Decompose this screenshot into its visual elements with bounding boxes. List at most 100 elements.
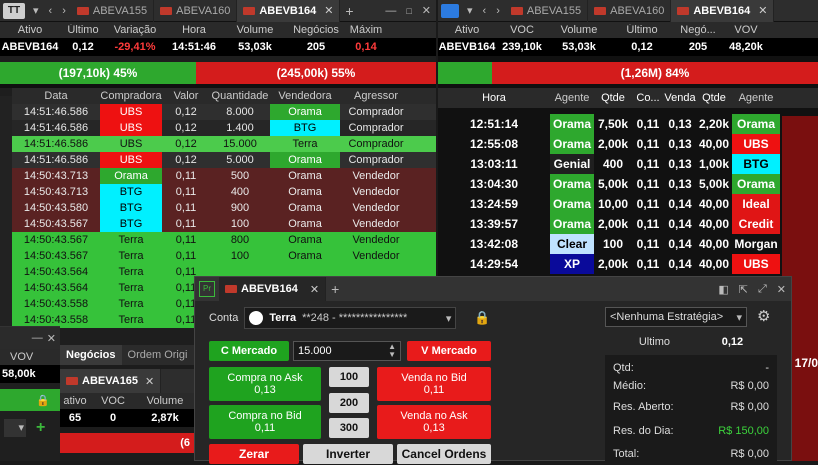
chevron-down-icon[interactable]: ▾ xyxy=(462,4,478,17)
compra-no-ask-button[interactable]: Compra no Ask 0,13 xyxy=(209,367,321,401)
book-row[interactable]: 13:04:30 Orama 5,00k 0,11 0,13 5,00k Orama xyxy=(438,174,818,194)
sidebar-toggle-icon[interactable]: ◧ xyxy=(713,283,733,296)
venda-no-bid-button[interactable]: Venda no Bid 0,11 xyxy=(377,367,491,401)
table-row[interactable]: 14:51:46.586 UBS 0,12 15.000 Terra Comprador xyxy=(12,136,436,152)
qty-preset-100[interactable]: 100 xyxy=(329,367,369,387)
close-window-icon[interactable]: ✕ xyxy=(47,332,56,345)
tab-abevb164[interactable]: ABEVB164 ✕ xyxy=(237,0,341,22)
book-row[interactable]: 12:55:08 Orama 2,00k 0,11 0,13 40,00 UBS xyxy=(438,134,818,154)
col-header[interactable]: Último xyxy=(610,24,674,36)
col-header[interactable]: Qtde xyxy=(594,92,632,104)
col-header[interactable]: Agressor xyxy=(340,90,412,102)
col-header[interactable]: Vendedora xyxy=(270,90,340,102)
table-row[interactable]: 14:50:43.567 Terra 0,11 800 Orama Vendedor xyxy=(12,232,436,248)
tab-abevb164[interactable]: ABEVB164 ✕ xyxy=(671,0,775,22)
book-row[interactable]: 14:29:54 XP 2,00k 0,11 0,14 40,00 UBS xyxy=(438,254,818,274)
col-header[interactable]: Ativo xyxy=(0,24,60,36)
add-tab-icon[interactable]: + xyxy=(340,3,358,19)
small-dropdown[interactable]: ▾ xyxy=(4,419,26,437)
minimize-icon[interactable]: — xyxy=(32,332,43,344)
qty-preset-300[interactable]: 300 xyxy=(329,418,369,438)
table-row[interactable]: 14:50:43.713 BTG 0,11 400 Orama Vendedor xyxy=(12,184,436,200)
cancel-orders-button[interactable]: Cancel Ordens xyxy=(397,444,491,464)
table-row[interactable]: 14:50:43.713 Orama 0,11 500 Orama Vendedor xyxy=(12,168,436,184)
close-window-icon[interactable]: ✕ xyxy=(417,4,436,17)
table-row[interactable]: 14:50:43.567 BTG 0,11 100 Orama Vendedor xyxy=(12,216,436,232)
book-row[interactable]: 13:03:11 Genial 400 0,11 0,13 1,00k BTG xyxy=(438,154,818,174)
col-header[interactable]: VOC xyxy=(90,395,136,407)
col-header[interactable]: VOV xyxy=(722,24,770,36)
chevron-down-icon[interactable]: ▾ xyxy=(28,4,44,17)
col-header[interactable]: Volume xyxy=(136,395,194,407)
table-row[interactable]: 14:50:43.567 Terra 0,11 100 Orama Vendedor xyxy=(12,248,436,264)
popout-icon[interactable]: ⇱ xyxy=(734,283,753,296)
stepper-arrows-icon[interactable]: ▲ ▼ xyxy=(388,343,396,359)
close-icon[interactable]: ✕ xyxy=(145,375,154,388)
c-mercado-button[interactable]: C Mercado xyxy=(209,341,289,361)
col-header[interactable]: Variação xyxy=(106,24,164,36)
close-icon[interactable]: ✕ xyxy=(324,4,333,17)
account-select[interactable]: Terra **248 - **************** ▾ xyxy=(244,307,457,329)
col-header[interactable]: VOC xyxy=(496,24,548,36)
gear-icon[interactable]: ⚙ xyxy=(757,307,770,325)
col-header[interactable]: Negócios xyxy=(286,24,346,36)
strategy-select[interactable]: <Nenhuma Estratégia> ▾ xyxy=(605,307,747,327)
tab-abeva160[interactable]: ABEVA160 xyxy=(588,0,672,22)
tab-abeva155[interactable]: ABEVA155 xyxy=(71,0,155,22)
table-row[interactable]: 14:51:46.586 UBS 0,12 1.400 BTG Comprador xyxy=(12,120,436,136)
table-row[interactable]: 14:51:46.586 UBS 0,12 8.000 Orama Comprador xyxy=(12,104,436,120)
col-header[interactable]: Máxim xyxy=(346,24,386,36)
chevron-right-icon[interactable]: › xyxy=(491,5,505,17)
col-header[interactable]: Qtde xyxy=(696,92,732,104)
col-header[interactable]: Venda xyxy=(664,92,696,104)
compra-no-bid-button[interactable]: Compra no Bid 0,11 xyxy=(209,405,321,439)
col-header[interactable]: Agente xyxy=(732,92,780,104)
tab-abeva160[interactable]: ABEVA160 xyxy=(154,0,238,22)
close-icon[interactable]: ✕ xyxy=(758,4,767,17)
col-header[interactable]: Quantidade xyxy=(210,90,270,102)
tab-abeva165[interactable]: ABEVA165 ✕ xyxy=(60,369,162,393)
close-window-icon[interactable]: ✕ xyxy=(772,283,791,296)
col-header[interactable]: Hora xyxy=(164,24,224,36)
venda-no-ask-button[interactable]: Venda no Ask 0,13 xyxy=(377,405,491,439)
col-header[interactable]: ativo xyxy=(60,395,90,407)
add-icon[interactable]: + xyxy=(36,419,45,437)
tab-abeva155[interactable]: ABEVA155 xyxy=(505,0,589,22)
col-header[interactable]: Co... xyxy=(632,92,664,104)
window-menu-icon[interactable]: TT xyxy=(3,2,25,19)
expand-icon[interactable]: ⤢ xyxy=(753,283,772,296)
window-menu-icon[interactable] xyxy=(441,3,459,18)
col-header[interactable]: Volume xyxy=(548,24,610,36)
quantity-stepper[interactable]: 15.000 ▲ ▼ xyxy=(293,341,401,361)
inverter-button[interactable]: Inverter xyxy=(303,444,393,464)
close-icon[interactable]: ✕ xyxy=(310,283,319,296)
minimize-icon[interactable]: — xyxy=(380,5,401,17)
chevron-left-icon[interactable]: ‹ xyxy=(478,5,492,17)
lock-icon[interactable]: 🔒 xyxy=(474,310,490,326)
col-header[interactable]: Negó... xyxy=(674,24,722,36)
col-header[interactable]: Último xyxy=(60,24,106,36)
col-header[interactable]: Agente xyxy=(550,92,594,104)
maximize-icon[interactable]: □ xyxy=(401,6,416,16)
add-tab-icon[interactable]: + xyxy=(326,281,344,297)
col-header[interactable]: Data xyxy=(12,90,100,102)
col-header[interactable]: Volume xyxy=(224,24,286,36)
chevron-left-icon[interactable]: ‹ xyxy=(44,5,58,17)
tab-ordem-origem[interactable]: Ordem Origi xyxy=(122,345,194,365)
tab-order-abevb164[interactable]: ABEVB164 ✕ xyxy=(219,277,327,301)
col-header[interactable]: Compradora xyxy=(100,90,162,102)
zerar-button[interactable]: Zerar xyxy=(209,444,299,464)
book-row[interactable]: 12:51:14 Orama 7,50k 0,11 0,13 2,20k Orama xyxy=(438,114,818,134)
qty-preset-200[interactable]: 200 xyxy=(329,393,369,413)
col-header[interactable]: Valor xyxy=(162,90,210,102)
chevron-right-icon[interactable]: › xyxy=(57,5,71,17)
lock-icon[interactable]: 🔒 xyxy=(36,394,50,407)
col-header[interactable]: Ativo xyxy=(438,24,496,36)
book-row[interactable]: 13:39:57 Orama 2,00k 0,11 0,14 40,00 Credit xyxy=(438,214,818,234)
col-header[interactable]: Hora xyxy=(438,92,550,104)
book-row[interactable]: 13:42:08 Clear 100 0,11 0,14 40,00 Morgan xyxy=(438,234,818,254)
v-mercado-button[interactable]: V Mercado xyxy=(407,341,491,361)
table-row[interactable]: 14:51:46.586 UBS 0,12 5.000 Orama Comprador xyxy=(12,152,436,168)
tab-negocios[interactable]: Negócios xyxy=(60,345,122,365)
book-row[interactable]: 13:24:59 Orama 10,00 0,11 0,14 40,00 Ideal xyxy=(438,194,818,214)
